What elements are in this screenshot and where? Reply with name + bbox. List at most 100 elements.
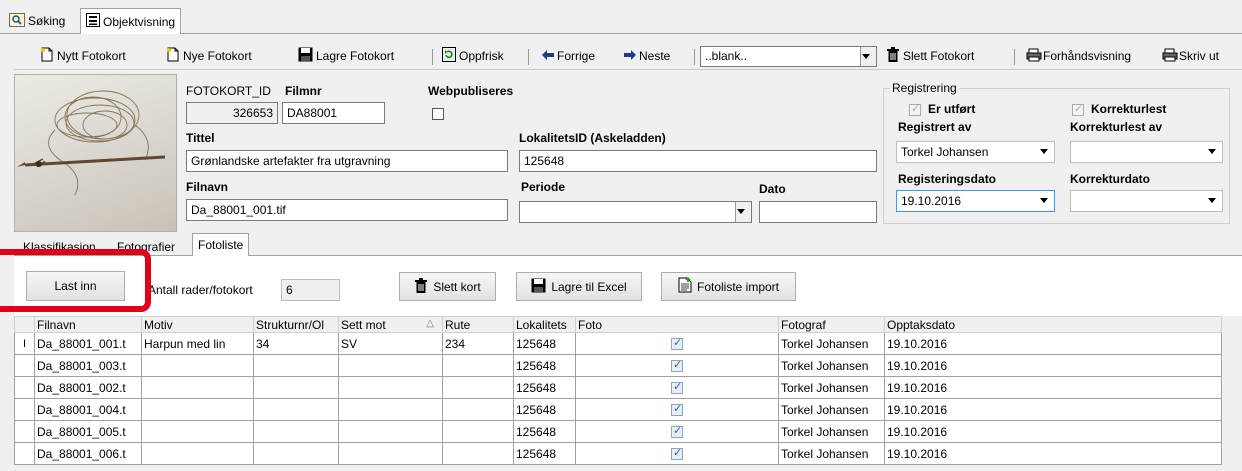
table-row[interactable]: I Da_88001_001.t Harpun med lin 34 SV 234 1256… [14,332,1222,355]
chevron-down-icon[interactable] [735,202,751,222]
table-cell[interactable]: 19.10.2016 [884,420,1222,443]
chevron-down-icon[interactable] [1040,198,1048,203]
column-header[interactable]: Filnavn [34,316,142,333]
tab-soking[interactable]: Søking [4,11,70,31]
table-cell[interactable]: Da_88001_001.t [34,332,142,355]
table-cell[interactable] [442,442,514,465]
table-cell[interactable]: Da_88001_002.t [34,376,142,399]
table-cell[interactable] [442,376,514,399]
table-cell[interactable]: Da_88001_003.t [34,354,142,377]
slett-fotokort-button[interactable]: Slett Fotokort [886,44,974,68]
column-header[interactable]: Opptaksdato [884,316,1222,333]
row-indicator[interactable] [14,354,35,377]
lokalitet-field[interactable]: 125648 [519,150,877,172]
table-cell[interactable]: Da_88001_004.t [34,398,142,421]
table-cell[interactable]: 34 [253,332,339,355]
photo-thumbnail[interactable] [14,74,177,232]
table-cell[interactable]: 234 [442,332,514,355]
table-cell[interactable] [338,354,443,377]
foto-checkbox-cell[interactable] [575,398,779,421]
chevron-down-icon[interactable] [1208,149,1216,154]
table-cell[interactable] [253,420,339,443]
forrige-button[interactable]: Forrige [542,44,595,68]
foto-checkbox[interactable] [671,358,683,373]
table-cell[interactable]: 125648 [513,398,576,421]
foto-checkbox-cell[interactable] [575,376,779,399]
lagre-fotokort-button[interactable]: Lagre Fotokort [298,44,394,68]
table-cell[interactable] [141,398,254,421]
korrekturlest-av-select[interactable] [1070,141,1223,163]
foto-checkbox[interactable] [671,336,683,351]
table-cell[interactable] [141,420,254,443]
slett-kort-button[interactable]: Slett kort [399,272,496,301]
tab-objektvisning[interactable]: Objektvisning [80,8,182,34]
table-row[interactable]: Da_88001_003.t 125648 Torkel Johansen19.10… [14,354,1222,377]
table-cell[interactable]: Torkel Johansen [778,398,885,421]
table-cell[interactable]: Torkel Johansen [778,332,885,355]
foto-checkbox-cell[interactable] [575,420,779,443]
table-cell[interactable]: 19.10.2016 [884,332,1222,355]
fotoliste-import-button[interactable]: Fotoliste import [661,272,796,301]
tittel-field[interactable]: Grønlandske artefakter fra utgravning [186,150,508,172]
table-cell[interactable]: 19.10.2016 [884,376,1222,399]
table-cell[interactable]: 19.10.2016 [884,354,1222,377]
table-row[interactable]: Da_88001_005.t 125648 Torkel Johansen19.10… [14,420,1222,443]
foto-checkbox-cell[interactable] [575,442,779,465]
table-cell[interactable]: Da_88001_006.t [34,442,142,465]
registeringsdato-picker[interactable]: 19.10.2016 [896,190,1055,212]
table-cell[interactable]: 125648 [513,420,576,443]
row-indicator[interactable]: I [14,332,35,355]
table-row[interactable]: Da_88001_004.t 125648 Torkel Johansen19.10… [14,398,1222,421]
lagre-til-excel-button[interactable]: Lagre til Excel [516,272,642,301]
table-cell[interactable] [338,376,443,399]
chevron-down-icon[interactable] [1208,198,1216,203]
column-header[interactable]: Foto [575,316,779,333]
row-indicator[interactable] [14,398,35,421]
table-cell[interactable]: 19.10.2016 [884,398,1222,421]
table-cell[interactable]: Torkel Johansen [778,442,885,465]
foto-checkbox-cell[interactable] [575,332,779,355]
chevron-down-icon[interactable] [860,47,876,66]
foto-checkbox[interactable] [671,446,683,461]
table-cell[interactable] [442,398,514,421]
table-row[interactable]: Da_88001_006.t 125648 Torkel Johansen19.10… [14,442,1222,465]
korrekturdato-picker[interactable] [1070,190,1223,212]
column-header[interactable]: Strukturnr/Ol [253,316,339,333]
dato-field[interactable] [759,201,877,223]
table-cell[interactable] [141,354,254,377]
table-cell[interactable]: Da_88001_005.t [34,420,142,443]
row-indicator[interactable] [14,420,35,443]
table-cell[interactable]: Torkel Johansen [778,376,885,399]
filmnr-field[interactable]: DA88001 [282,102,385,124]
table-cell[interactable]: 125648 [513,354,576,377]
column-header[interactable]: Fotograf [778,316,885,333]
table-cell[interactable] [253,398,339,421]
nytt-fotokort-button[interactable]: Nytt Fotokort [40,44,126,68]
table-cell[interactable]: Torkel Johansen [778,354,885,377]
foto-checkbox[interactable] [671,402,683,417]
oppfrisk-button[interactable]: Oppfrisk [442,44,504,68]
table-cell[interactable] [141,442,254,465]
template-select[interactable]: ..blank.. [700,46,877,67]
table-cell[interactable] [338,398,443,421]
table-cell[interactable] [141,376,254,399]
table-cell[interactable]: Harpun med lin [141,332,254,355]
table-cell[interactable] [253,442,339,465]
row-indicator[interactable] [14,376,35,399]
table-cell[interactable]: SV [338,332,443,355]
table-cell[interactable]: 19.10.2016 [884,442,1222,465]
column-header[interactable]: Motiv [141,316,254,333]
table-cell[interactable]: 125648 [513,442,576,465]
forhandsvisning-button[interactable]: Forhåndsvisning [1026,44,1131,68]
row-indicator[interactable] [14,442,35,465]
table-cell[interactable]: 125648 [513,332,576,355]
registrert-av-select[interactable]: Torkel Johansen [896,141,1055,163]
foto-checkbox[interactable] [671,380,683,395]
webpubliseres-checkbox[interactable] [432,108,444,120]
neste-button[interactable]: Neste [624,44,670,68]
table-cell[interactable] [338,420,443,443]
filnavn-field[interactable]: Da_88001_001.tif [186,199,508,221]
table-cell[interactable]: Torkel Johansen [778,420,885,443]
foto-checkbox[interactable] [671,424,683,439]
column-header[interactable]: Lokalitets [513,316,576,333]
